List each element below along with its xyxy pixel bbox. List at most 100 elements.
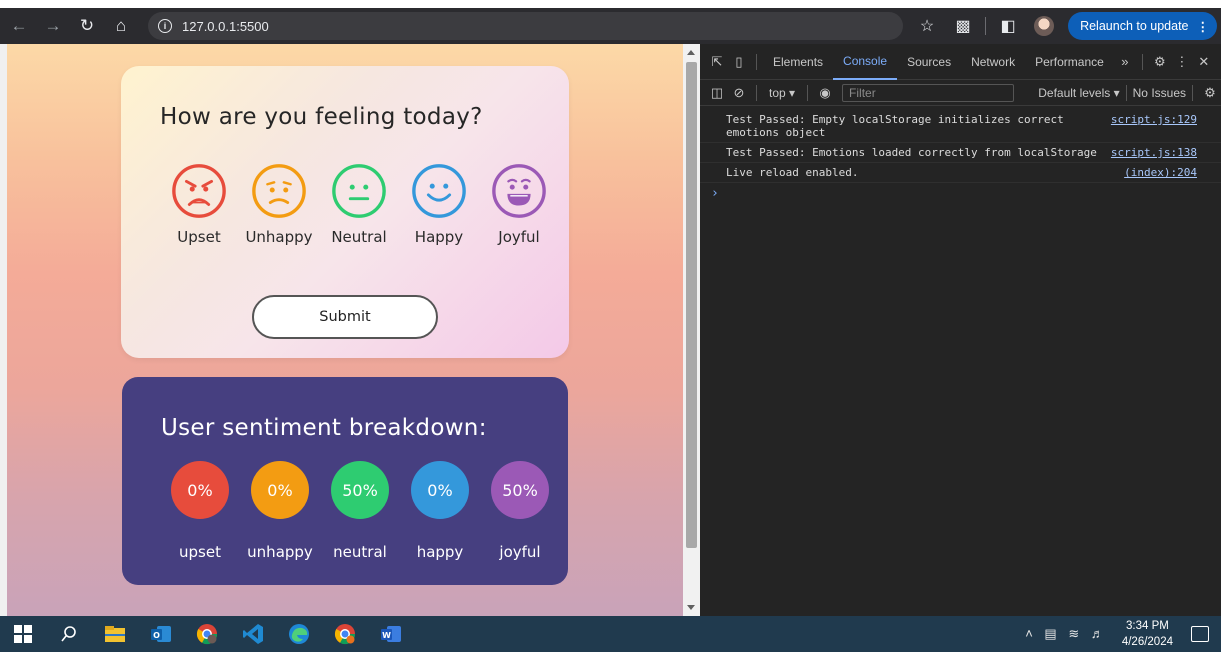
emoji-option-neutral[interactable]: Neutral	[319, 162, 399, 246]
emoji-option-unhappy[interactable]: Unhappy	[239, 162, 319, 246]
clock-time: 3:34 PM	[1126, 620, 1169, 632]
scroll-down-arrow-icon[interactable]	[687, 605, 695, 610]
bookmark-star-icon[interactable]: ☆	[912, 11, 942, 41]
stat-label-unhappy: unhappy	[247, 543, 313, 561]
windows-start-icon[interactable]	[8, 619, 38, 649]
stat-label-neutral: neutral	[333, 543, 387, 561]
devtools-tabbar: ⇱ ▯ Elements Console Sources Network Per…	[700, 44, 1221, 80]
live-expression-eye-icon[interactable]: ◉	[814, 82, 836, 104]
emoji-label-joyful: Joyful	[498, 228, 540, 246]
tab-elements[interactable]: Elements	[763, 44, 833, 80]
log-source-link[interactable]: (index):204	[1124, 166, 1197, 179]
clock-date: 4/26/2024	[1121, 636, 1173, 648]
stat-value-upset: 0%	[171, 461, 229, 519]
stat-label-upset: upset	[179, 543, 221, 561]
chrome-profile-icon[interactable]	[192, 619, 222, 649]
tab-console[interactable]: Console	[833, 44, 898, 80]
stat-label-happy: happy	[416, 543, 464, 561]
context-label: top	[769, 85, 786, 100]
clear-console-icon[interactable]: ⊘	[728, 82, 750, 104]
mood-card: How are you feeling today? Upset Unhappy…	[121, 66, 569, 358]
stat-value-joyful: 50%	[491, 461, 549, 519]
emoji-options: Upset Unhappy Neutral Happy Joyful	[159, 162, 559, 246]
scrollbar-thumb[interactable]	[686, 62, 697, 548]
issues-label[interactable]: No Issues	[1133, 86, 1186, 100]
device-toolbar-icon[interactable]: ▯	[728, 51, 750, 73]
console-filter-input[interactable]: Filter	[842, 83, 1015, 102]
stat-unhappy: 0% unhappy	[240, 461, 320, 561]
avatar	[1034, 16, 1055, 36]
scroll-up-arrow-icon[interactable]	[687, 50, 695, 55]
notification-center-icon[interactable]	[1191, 626, 1209, 642]
extensions-icon[interactable]: ▩	[948, 11, 978, 41]
stat-value-neutral: 50%	[331, 461, 389, 519]
sad-face-icon	[252, 164, 306, 218]
forward-icon[interactable]: →	[38, 11, 68, 41]
divider	[1125, 84, 1127, 101]
svg-text:O: O	[153, 631, 160, 640]
divider	[1141, 53, 1143, 70]
devtools-panel: ⇱ ▯ Elements Console Sources Network Per…	[700, 44, 1221, 616]
side-panel-icon[interactable]: ◧	[993, 11, 1023, 41]
emoji-label-happy: Happy	[414, 228, 464, 246]
file-explorer-icon[interactable]	[100, 619, 130, 649]
tab-performance[interactable]: Performance	[1025, 44, 1114, 80]
site-info-icon[interactable]: i	[158, 19, 172, 33]
emoji-label-neutral: Neutral	[331, 228, 387, 246]
divider	[756, 53, 757, 70]
url-text: 127.0.0.1:5500	[182, 18, 269, 34]
log-entry: Test Passed: Emotions loaded correctly f…	[700, 143, 1221, 163]
levels-dropdown[interactable]: Default levels ▾	[1038, 86, 1119, 100]
angry-face-icon	[172, 164, 226, 218]
edge-icon[interactable]	[284, 619, 314, 649]
sentiment-stats: 0% upset 0% unhappy 50% neutral 0% happy…	[160, 461, 560, 561]
stat-value-happy: 0%	[411, 461, 469, 519]
sentiment-card: User sentiment breakdown: 0% upset 0% un…	[122, 377, 568, 585]
log-message: Live reload enabled.	[726, 166, 859, 179]
more-tabs-icon[interactable]: »	[1114, 51, 1136, 73]
reload-icon[interactable]: ↻	[72, 11, 102, 41]
close-icon[interactable]: ✕	[1193, 51, 1215, 73]
search-icon[interactable]	[54, 619, 84, 649]
stat-upset: 0% upset	[160, 461, 240, 561]
grin-face-icon	[492, 164, 546, 218]
emoji-option-joyful[interactable]: Joyful	[479, 162, 559, 246]
outlook-icon[interactable]: O	[146, 619, 176, 649]
dropdown-caret-icon: ▾	[1110, 85, 1120, 100]
emoji-option-upset[interactable]: Upset	[159, 162, 239, 246]
context-selector[interactable]: top ▾	[769, 86, 795, 100]
log-source-link[interactable]: script.js:129	[1111, 113, 1197, 139]
log-entry: Live reload enabled. (index):204	[700, 163, 1221, 183]
tab-sources[interactable]: Sources	[897, 44, 961, 80]
relaunch-button[interactable]: Relaunch to update ⋮	[1068, 12, 1217, 40]
chrome-icon[interactable]	[330, 619, 360, 649]
stat-joyful: 50% joyful	[480, 461, 560, 561]
page-scrollbar[interactable]	[683, 44, 700, 616]
console-settings-icon[interactable]: ⚙	[1199, 82, 1221, 104]
back-icon[interactable]: ←	[4, 11, 34, 41]
toolbar-divider	[985, 17, 987, 35]
inspect-element-icon[interactable]: ⇱	[706, 51, 728, 73]
console-prompt-chevron-icon[interactable]: ›	[700, 183, 1221, 201]
log-source-link[interactable]: script.js:138	[1111, 146, 1197, 159]
svg-text:W: W	[382, 631, 391, 640]
vscode-icon[interactable]	[238, 619, 268, 649]
neutral-face-icon	[332, 164, 386, 218]
home-icon[interactable]: ⌂	[106, 11, 136, 41]
word-icon[interactable]: W	[376, 619, 406, 649]
submit-button[interactable]: Submit	[252, 295, 438, 339]
taskbar-clock[interactable]: 3:34 PM 4/26/2024	[1122, 618, 1173, 650]
system-tray-icons[interactable]: ˄ ▤ ≋ ♬	[1025, 626, 1108, 642]
divider	[1192, 84, 1193, 101]
emoji-label-upset: Upset	[177, 228, 221, 246]
stat-value-unhappy: 0%	[251, 461, 309, 519]
profile-avatar[interactable]	[1029, 11, 1059, 41]
levels-label: Default levels	[1038, 85, 1111, 100]
tab-network[interactable]: Network	[961, 44, 1025, 80]
kebab-menu-icon[interactable]: ⋮	[1171, 51, 1193, 73]
divider	[807, 84, 809, 101]
sidebar-toggle-icon[interactable]: ◫	[706, 82, 728, 104]
address-bar[interactable]: i 127.0.0.1:5500	[148, 12, 903, 40]
settings-gear-icon[interactable]: ⚙	[1149, 51, 1171, 73]
emoji-option-happy[interactable]: Happy	[399, 162, 479, 246]
